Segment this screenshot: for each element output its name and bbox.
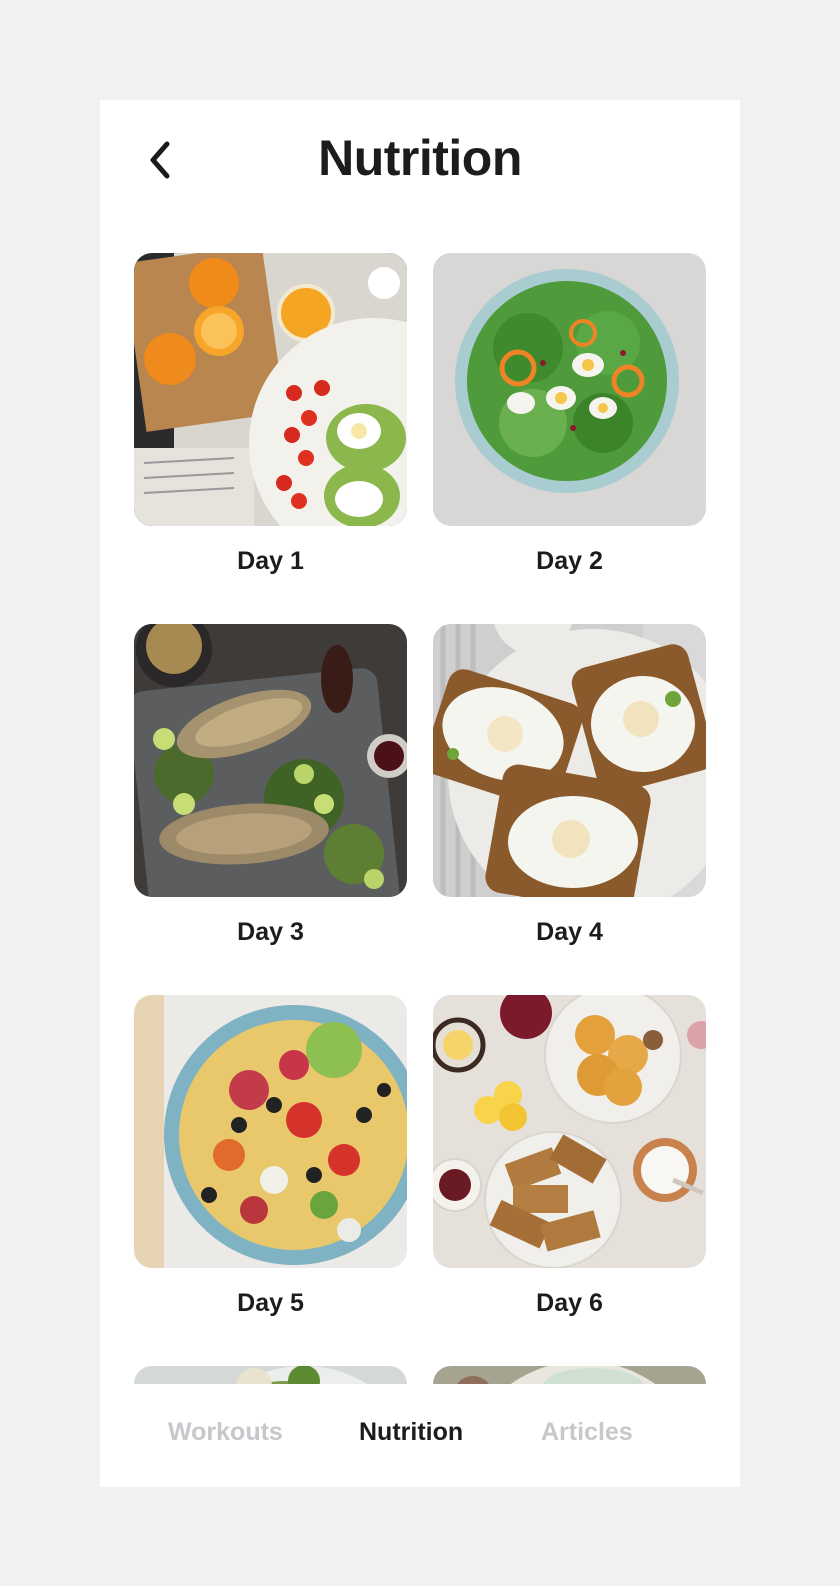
day-card-6[interactable]: Day 6 [433,995,706,1318]
day-card-7[interactable] [134,1366,407,1384]
day-label: Day 2 [536,547,603,575]
day-3-image [134,624,407,897]
day-card-5[interactable]: Day 5 [134,995,407,1318]
day-card-2[interactable]: Day 2 [433,253,706,576]
page-title: Nutrition [318,130,522,186]
day-1-image [134,253,407,526]
day-6-image [433,995,706,1268]
header: Nutrition [100,100,740,220]
tab-workouts[interactable]: Workouts [168,1417,283,1447]
day-label: Day 4 [536,918,603,946]
tab-nutrition[interactable]: Nutrition [359,1417,463,1447]
day-8-image [433,1366,706,1384]
day-label: Day 6 [536,1289,603,1317]
day-label: Day 1 [237,547,304,575]
day-7-image [134,1366,407,1384]
meal-plan-grid[interactable]: Nutrition Day 1 Day 2 Day 3 Day 4 Day 5 … [100,100,740,1384]
tab-articles[interactable]: Articles [541,1417,633,1447]
day-card-4[interactable]: Day 4 [433,624,706,947]
day-card-8[interactable] [433,1366,706,1384]
phone-screen: Nutrition Day 1 Day 2 Day 3 Day 4 Day 5 … [100,100,740,1487]
day-2-image [433,253,706,526]
day-card-3[interactable]: Day 3 [134,624,407,947]
day-label: Day 5 [237,1289,304,1317]
day-5-image [134,995,407,1268]
day-4-image [433,624,706,897]
day-card-1[interactable]: Day 1 [134,253,407,576]
day-label: Day 3 [237,918,304,946]
tab-bar: Workouts Nutrition Articles [100,1384,740,1487]
